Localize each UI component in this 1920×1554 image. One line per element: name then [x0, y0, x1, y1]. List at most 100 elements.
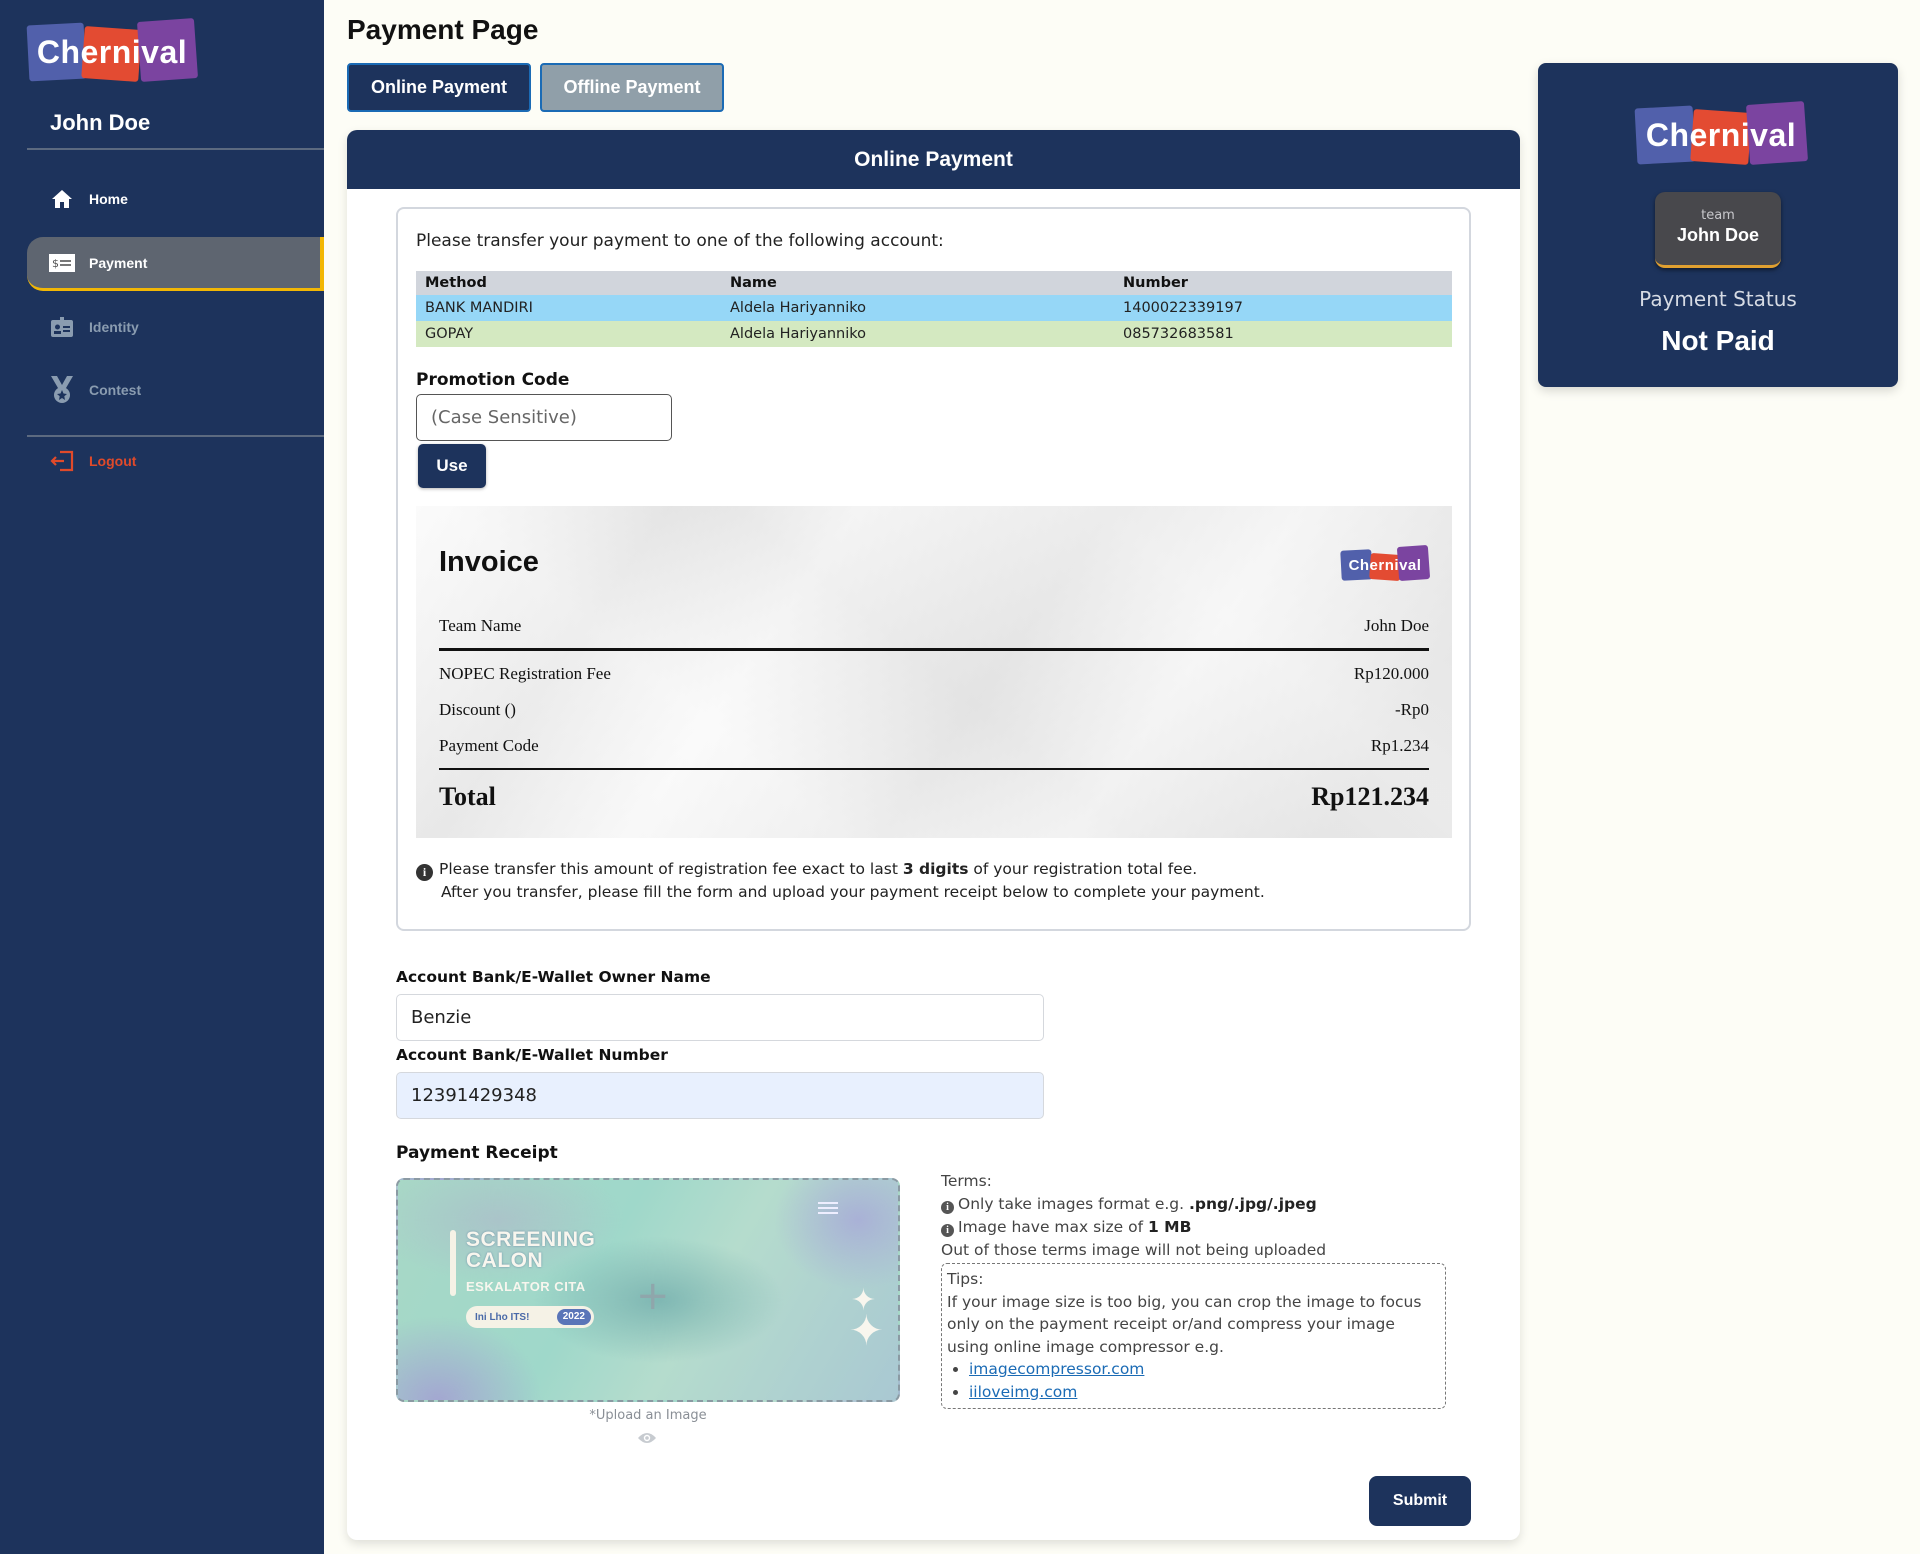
sidebar-item-contest[interactable]: Contest [27, 363, 324, 417]
terms-text: Only take images format e.g. [958, 1195, 1189, 1213]
column-header-number: Number [1114, 271, 1452, 295]
invoice-line-row: Discount () -Rp0 [439, 700, 1429, 720]
terms-footer: Out of those terms image will not being … [941, 1241, 1327, 1259]
invoice-logo-text: Chernival [1348, 556, 1422, 574]
sidebar-user-name: John Doe [50, 110, 151, 135]
receipt-upload-dropzone[interactable]: SCREENING CALON ESKALATOR CITA Ini Lho IT… [396, 1178, 900, 1402]
invoice-line-label: Discount () [439, 700, 516, 719]
upload-tips: Tips: If your image size is too big, you… [941, 1263, 1446, 1409]
terms-heading: Terms: [941, 1172, 992, 1190]
tab-offline-payment[interactable]: Offline Payment [540, 63, 724, 112]
preview-pill: Ini Lho ITS! 2022 [466, 1306, 594, 1328]
column-header-name: Name [721, 271, 1114, 295]
logout-button[interactable]: Logout [27, 434, 324, 488]
preview-pill-year: 2022 [556, 1309, 591, 1325]
invoice-line-value: Rp120.000 [1353, 664, 1429, 683]
upload-terms: Terms: i Only take images format e.g. .pn… [941, 1170, 1326, 1262]
sidebar-item-home[interactable]: Home [27, 172, 324, 226]
payment-status-panel: Chernival team John Doe Payment Status N… [1538, 63, 1898, 387]
note-text: Please transfer this amount of registrat… [439, 860, 903, 878]
accounts-table: Method Name Number BANK MANDIRI Aldela H… [416, 271, 1452, 347]
add-image-icon: + [636, 1273, 670, 1319]
brand-logo[interactable]: Chernival [26, 18, 199, 82]
status-logo-text: Chernival [1645, 116, 1797, 153]
terms-emphasis: .png/.jpg/.jpeg [1188, 1195, 1317, 1213]
invoice-line-value: -Rp0 [1395, 700, 1429, 719]
invoice-brand-logo: Chernival [1340, 544, 1431, 582]
invoice-team-value: John Doe [1364, 616, 1429, 635]
preview-pill-text: Ini Lho ITS! [475, 1311, 530, 1323]
invoice-total-value: Rp121.234 [1311, 782, 1429, 811]
tips-links: imagecompressor.com iiloveimg.com [947, 1358, 1440, 1403]
info-icon: i [941, 1224, 954, 1237]
sidebar-item-label: Contest [89, 382, 142, 398]
promo-code-label: Promotion Code [416, 370, 570, 390]
payment-status-label: Payment Status [1639, 287, 1797, 311]
account-name: Aldela Hariyanniko [721, 321, 1114, 347]
promo-code-input[interactable] [416, 394, 672, 441]
status-brand-logo: Chernival [1634, 101, 1809, 165]
sidebar-item-identity[interactable]: Identity [27, 300, 324, 354]
info-icon: i [941, 1201, 954, 1214]
account-name: Aldela Hariyanniko [721, 295, 1114, 321]
sparkle-icon: ✦ [848, 1306, 884, 1355]
preview-menu-icon [818, 1202, 838, 1217]
preview-title: SCREENING CALON [466, 1229, 595, 1271]
column-header-method: Method [416, 271, 721, 295]
payment-status-value: Not Paid [1661, 325, 1775, 356]
sidebar-divider [27, 148, 324, 150]
tips-text: If your image size is too big, you can c… [947, 1292, 1422, 1356]
team-badge: team John Doe [1655, 192, 1781, 268]
info-icon: i [416, 864, 433, 881]
invoice-line-label: Payment Code [439, 736, 539, 755]
transfer-note: i Please transfer this amount of registra… [416, 858, 1265, 904]
invoice-team-label: Team Name [439, 616, 522, 635]
terms-emphasis: 1 MB [1147, 1218, 1192, 1236]
sidebar-item-label: Home [89, 191, 128, 207]
account-number-input[interactable] [396, 1072, 1044, 1119]
use-promo-button[interactable]: Use [418, 444, 486, 488]
note-text: of your registration total fee. [968, 860, 1198, 878]
tab-online-payment[interactable]: Online Payment [347, 63, 531, 112]
account-method: GOPAY [416, 321, 721, 347]
link-iloveimg[interactable]: iiloveimg.com [969, 1383, 1077, 1401]
payment-info-box: Please transfer your payment to one of t… [396, 207, 1471, 931]
list-item: imagecompressor.com [969, 1358, 1440, 1381]
preview-accent-bar [450, 1230, 456, 1296]
svg-text:$: $ [52, 257, 59, 270]
brand-logo-text: Chernival [36, 33, 188, 70]
sidebar-item-payment[interactable]: $ Payment [27, 237, 324, 291]
invoice-line-row: NOPEC Registration Fee Rp120.000 [439, 664, 1429, 684]
submit-button[interactable]: Submit [1369, 1476, 1471, 1526]
table-row: BANK MANDIRI Aldela Hariyanniko 14000223… [416, 295, 1452, 321]
owner-name-input[interactable] [396, 994, 1044, 1041]
online-payment-card: Online Payment Please transfer your paym… [347, 130, 1520, 1540]
account-method: BANK MANDIRI [416, 295, 721, 321]
sidebar-item-label: Identity [89, 319, 139, 335]
invoice-divider [439, 768, 1429, 770]
list-item: iiloveimg.com [969, 1381, 1440, 1404]
logout-label: Logout [89, 453, 137, 469]
invoice-line-row: Payment Code Rp1.234 [439, 736, 1429, 756]
invoice-title: Invoice [439, 546, 539, 578]
table-row: GOPAY Aldela Hariyanniko 085732683581 [416, 321, 1452, 347]
card-title: Online Payment [347, 130, 1520, 189]
preview-subtitle: ESKALATOR CITA [466, 1279, 586, 1294]
account-number-label: Account Bank/E-Wallet Number [396, 1046, 668, 1064]
invoice-line-label: NOPEC Registration Fee [439, 664, 611, 683]
tips-heading: Tips: [947, 1270, 984, 1288]
medal-icon [49, 376, 75, 403]
note-emphasis: 3 digits [902, 860, 969, 878]
invoice-divider [439, 648, 1429, 651]
account-number: 1400022339197 [1114, 295, 1452, 321]
invoice-team-row: Team Name John Doe [439, 616, 1429, 636]
owner-name-label: Account Bank/E-Wallet Owner Name [396, 968, 711, 986]
id-card-icon [49, 316, 75, 338]
link-imagecompressor[interactable]: imagecompressor.com [969, 1360, 1144, 1378]
invoice-total-label: Total [439, 782, 496, 811]
transfer-instructions: Please transfer your payment to one of t… [416, 231, 944, 251]
logout-icon [49, 450, 75, 472]
preview-eye-icon[interactable] [637, 1430, 657, 1444]
invoice-total-row: Total Rp121.234 [439, 782, 1429, 812]
sidebar-item-label: Payment [89, 254, 148, 271]
